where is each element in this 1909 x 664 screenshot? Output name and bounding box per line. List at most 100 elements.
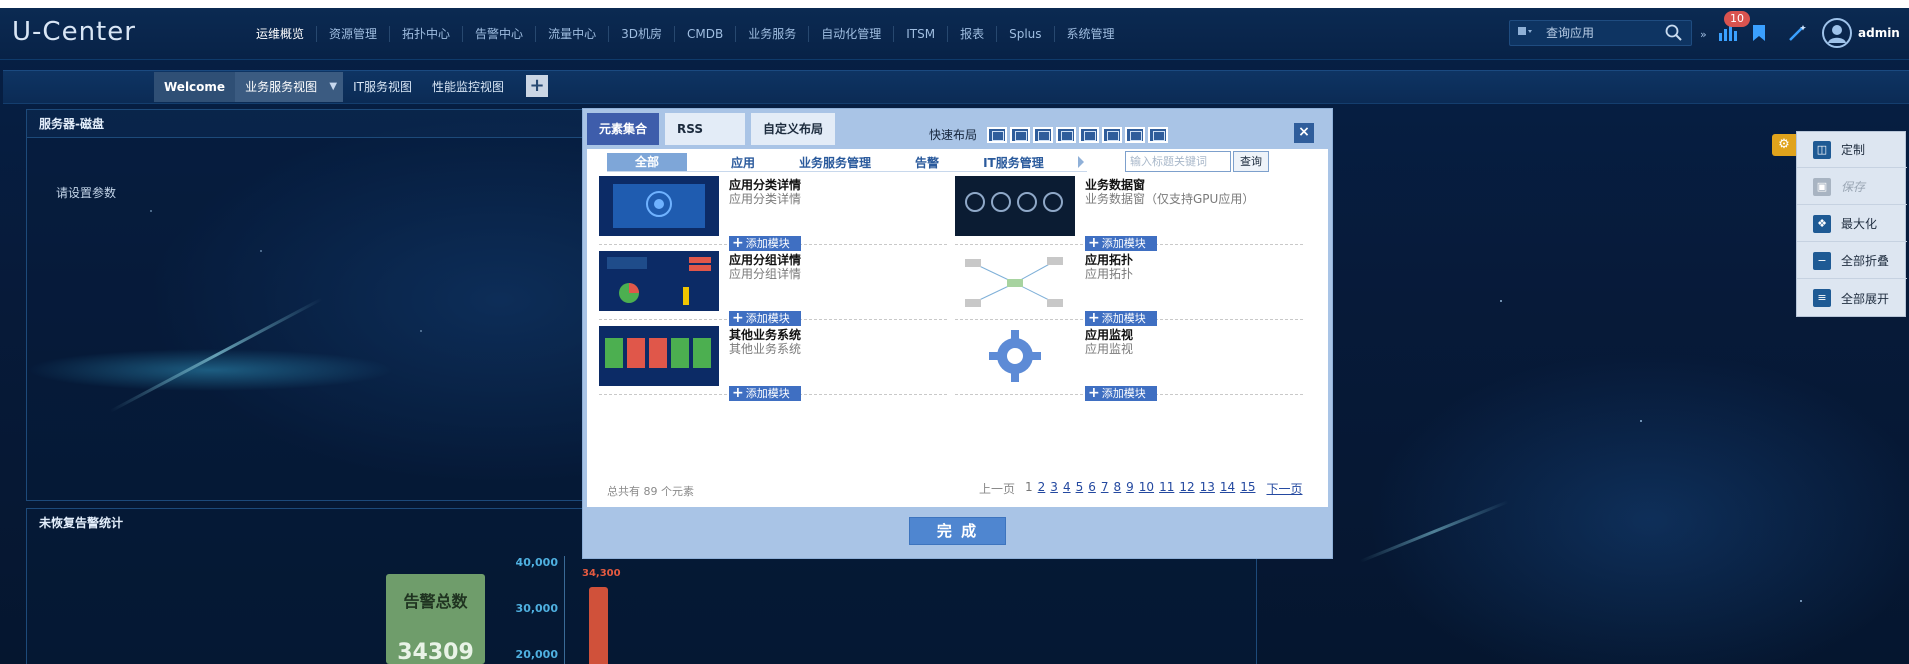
- nav-item-splus[interactable]: Splus: [997, 26, 1055, 42]
- user-avatar[interactable]: [1822, 18, 1852, 48]
- element-card: 应用分类详情 应用分类详情 + 添加模块: [599, 176, 959, 252]
- tab-elements[interactable]: 元素集合: [587, 113, 660, 145]
- page-link[interactable]: 11: [1159, 480, 1174, 497]
- add-module-button[interactable]: + 添加模块: [1085, 236, 1157, 251]
- modal-body: 全部 应用 业务服务管理 告警 IT服务管理 查询 应用分类详情 应用分类详情 …: [587, 149, 1328, 507]
- page-link[interactable]: 9: [1126, 480, 1134, 497]
- gear-icon[interactable]: ⚙: [1772, 134, 1796, 156]
- nav-item-automation[interactable]: 自动化管理: [809, 26, 895, 42]
- category-all[interactable]: 全部: [607, 153, 688, 171]
- next-page[interactable]: 下一页: [1266, 480, 1302, 497]
- page-link[interactable]: 10: [1139, 480, 1154, 497]
- side-item-label: 全部折叠: [1841, 254, 1890, 268]
- done-button[interactable]: 完 成: [909, 517, 1006, 545]
- page-link[interactable]: 3: [1050, 480, 1058, 497]
- category-itsm[interactable]: IT服务管理: [983, 154, 1044, 171]
- view-tabs: Welcome 业务服务视图 ▼ IT服务视图 性能监控视图: [154, 72, 514, 102]
- layout-option-icon[interactable]: [1148, 126, 1169, 143]
- layout-option-icon[interactable]: [1079, 126, 1100, 143]
- collapse-icon: −: [1813, 251, 1831, 270]
- element-thumbnail: [955, 251, 1075, 311]
- alarm-total-card: 告警总数 34309: [386, 574, 485, 664]
- side-item-expand-all[interactable]: ≡ 全部展开: [1797, 280, 1907, 316]
- nav-item-overview[interactable]: 运维概览: [244, 26, 318, 42]
- page-link[interactable]: 6: [1088, 480, 1096, 497]
- element-desc: 应用分组详情: [729, 267, 802, 281]
- plus-icon: +: [732, 385, 744, 401]
- add-module-button[interactable]: + 添加模块: [729, 236, 801, 251]
- side-item-maximize[interactable]: ❖ 最大化: [1797, 206, 1907, 242]
- view-tab-business[interactable]: 业务服务视图 ▼: [235, 72, 344, 102]
- chart-data-label: 34,300: [582, 568, 621, 579]
- add-module-label: 添加模块: [1101, 387, 1146, 400]
- nav-item-topology[interactable]: 拓扑中心: [390, 26, 464, 42]
- username[interactable]: admin: [1858, 26, 1900, 40]
- query-button[interactable]: 查询: [1233, 151, 1269, 172]
- add-module-button[interactable]: + 添加模块: [729, 386, 801, 401]
- search-filter-icon[interactable]: [1518, 26, 1532, 38]
- chevron-right-icon[interactable]: [1077, 156, 1084, 168]
- magic-wand-icon[interactable]: [1788, 24, 1808, 45]
- tab-rss[interactable]: RSS: [665, 113, 746, 145]
- view-tab-welcome[interactable]: Welcome: [154, 72, 236, 102]
- nav-item-system[interactable]: 系统管理: [1055, 26, 1127, 42]
- side-item-collapse-all[interactable]: − 全部折叠: [1797, 243, 1907, 279]
- layout-option-icon[interactable]: [1033, 126, 1054, 143]
- category-bsm[interactable]: 业务服务管理: [799, 154, 871, 171]
- page-link[interactable]: 5: [1076, 480, 1084, 497]
- panel-server-disk: 服务器-磁盘 请设置参数: [26, 109, 586, 501]
- element-thumbnail: [955, 176, 1075, 236]
- nav-item-resources[interactable]: 资源管理: [317, 26, 391, 42]
- expand-more-icon[interactable]: »: [1700, 28, 1714, 41]
- side-item-customize[interactable]: ◫ 定制: [1797, 132, 1907, 168]
- top-icons: »: [1700, 22, 1808, 46]
- chart-bar[interactable]: [589, 587, 608, 664]
- view-tab-performance[interactable]: 性能监控视图: [422, 72, 514, 102]
- layout-option-icon[interactable]: [987, 126, 1008, 143]
- nav-item-alarms[interactable]: 告警中心: [463, 26, 537, 42]
- nav-item-traffic[interactable]: 流量中心: [536, 26, 610, 42]
- page-link[interactable]: 15: [1240, 480, 1255, 497]
- page-link[interactable]: 13: [1200, 480, 1215, 497]
- page-link[interactable]: 8: [1114, 480, 1122, 497]
- page-link[interactable]: 7: [1101, 480, 1109, 497]
- add-module-button[interactable]: + 添加模块: [1085, 311, 1157, 326]
- background-star: [1500, 300, 1502, 302]
- page-link[interactable]: 4: [1063, 480, 1071, 497]
- view-tab-it-service[interactable]: IT服务视图: [343, 72, 422, 102]
- keyword-input[interactable]: [1125, 151, 1231, 172]
- tab-custom-layout[interactable]: 自定义布局: [751, 113, 836, 145]
- layout-option-icon[interactable]: [1102, 126, 1123, 143]
- close-icon[interactable]: ×: [1294, 123, 1314, 143]
- category-alarm[interactable]: 告警: [915, 154, 939, 171]
- element-card: 应用分组详情 应用分组详情 + 添加模块: [599, 251, 959, 327]
- nav-item-reports[interactable]: 报表: [948, 26, 998, 42]
- bookmark-icon[interactable]: [1752, 24, 1766, 45]
- add-view-button[interactable]: +: [526, 75, 548, 97]
- page-link[interactable]: 12: [1179, 480, 1194, 497]
- layout-option-icon[interactable]: [1056, 126, 1077, 143]
- search-input[interactable]: [1546, 24, 1656, 42]
- chevron-down-icon[interactable]: ▼: [329, 72, 337, 102]
- page-link[interactable]: 14: [1220, 480, 1235, 497]
- nav-item-cmdb[interactable]: CMDB: [675, 26, 737, 42]
- page-link[interactable]: 1: [1025, 480, 1033, 497]
- side-item-save[interactable]: ▣ 保存: [1797, 169, 1907, 205]
- layout-option-icon[interactable]: [1125, 126, 1146, 143]
- nav-item-business-services[interactable]: 业务服务: [736, 26, 810, 42]
- nav-item-3d-room[interactable]: 3D机房: [609, 26, 675, 42]
- add-module-button[interactable]: + 添加模块: [1085, 386, 1157, 401]
- layout-option-icon[interactable]: [1010, 126, 1031, 143]
- element-desc: 应用拓扑: [1085, 267, 1134, 281]
- add-module-button[interactable]: + 添加模块: [729, 311, 801, 326]
- chart-y-tick: 40,000: [515, 556, 558, 569]
- category-app[interactable]: 应用: [731, 154, 755, 171]
- notification-badge: 10: [1724, 11, 1750, 27]
- alarm-total-title: 告警总数: [403, 592, 468, 611]
- prev-page[interactable]: 上一页: [979, 480, 1015, 497]
- element-picker-modal: 元素集合 RSS 自定义布局 快速布局 × 全部 应用 业务服务管理 告警 IT…: [582, 108, 1333, 559]
- quick-layout: 快速布局: [929, 126, 1171, 143]
- nav-item-itsm[interactable]: ITSM: [894, 26, 949, 42]
- page-link[interactable]: 2: [1038, 480, 1046, 497]
- search-icon[interactable]: [1665, 24, 1683, 45]
